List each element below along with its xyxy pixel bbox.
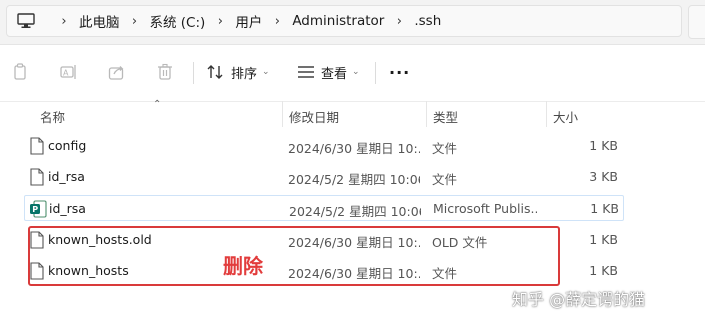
separator — [193, 62, 194, 84]
watermark: 知乎 @薛定谔的猫 — [512, 290, 646, 309]
column-divider[interactable] — [546, 101, 547, 127]
file-date: 2024/5/2 星期四 10:06 — [289, 204, 421, 219]
file-size: 1 KB — [590, 201, 619, 216]
column-header: ⌃ 名称 修改日期 类型 大小 — [0, 99, 705, 127]
separator — [375, 62, 376, 84]
publisher-icon: P — [29, 200, 47, 218]
file-type: Microsoft Publis... — [433, 201, 537, 216]
column-date[interactable]: 修改日期 — [289, 107, 339, 126]
view-button[interactable]: 查看 ⌄ — [297, 59, 360, 85]
column-name[interactable]: 名称 — [40, 107, 65, 126]
file-date: 2024/6/30 星期日 10:... — [288, 141, 420, 156]
sort-icon — [207, 65, 223, 79]
file-date: 2024/5/2 星期四 10:06 — [288, 172, 420, 187]
svg-text:A: A — [63, 69, 69, 78]
file-row[interactable]: config 2024/6/30 星期日 10:... 文件 1 KB — [24, 133, 624, 159]
column-type[interactable]: 类型 — [433, 107, 458, 126]
breadcrumb-ssh[interactable]: .ssh — [414, 13, 441, 29]
file-row[interactable]: P id_rsa 2024/5/2 星期四 10:06 Microsoft Pu… — [24, 195, 624, 221]
svg-text:P: P — [32, 205, 38, 214]
file-icon — [30, 137, 44, 155]
rename-icon[interactable]: A — [60, 59, 78, 85]
highlight-box — [28, 226, 560, 286]
chevron-right-icon[interactable]: › — [120, 14, 150, 29]
copy-icon[interactable] — [12, 59, 28, 85]
delete-annotation: 删除 — [223, 254, 263, 278]
view-label: 查看 — [321, 66, 348, 82]
column-divider[interactable] — [426, 101, 427, 127]
file-name: id_rsa — [49, 201, 86, 216]
file-name: id_rsa — [48, 169, 85, 184]
chevron-right-icon[interactable]: › — [49, 14, 79, 29]
delete-icon[interactable] — [157, 59, 173, 85]
share-icon[interactable] — [108, 59, 126, 85]
address-bar[interactable]: › 此电脑 › 系统 (C:) › 用户 › Administrator › .… — [6, 5, 682, 37]
pc-icon[interactable] — [17, 10, 39, 32]
sort-up-icon: ⌃ — [153, 99, 162, 110]
breadcrumb-administrator[interactable]: Administrator — [292, 13, 384, 29]
chevron-right-icon[interactable]: › — [262, 14, 292, 29]
more-options-button[interactable]: ··· — [389, 59, 410, 85]
chevron-right-icon[interactable]: › — [384, 14, 414, 29]
chevron-down-icon: ⌄ — [352, 67, 360, 77]
file-size: 1 KB — [589, 138, 618, 153]
file-icon — [30, 168, 44, 186]
column-size[interactable]: 大小 — [553, 107, 578, 126]
command-bar: A 排序 ⌄ 查看 ⌄ ··· — [0, 45, 705, 102]
column-divider[interactable] — [282, 101, 283, 127]
breadcrumb-c-drive[interactable]: 系统 (C:) — [150, 11, 206, 31]
file-name: config — [48, 138, 87, 153]
chevron-down-icon: ⌄ — [262, 67, 270, 77]
file-type: 文件 — [432, 172, 458, 187]
file-type: 文件 — [432, 141, 458, 156]
sort-label: 排序 — [231, 66, 258, 82]
breadcrumb-this-pc[interactable]: 此电脑 — [79, 11, 120, 31]
file-size: 3 KB — [589, 169, 618, 184]
search-box[interactable] — [688, 5, 705, 39]
view-icon — [298, 66, 314, 78]
sort-button[interactable]: 排序 ⌄ — [207, 59, 270, 85]
chevron-right-icon[interactable]: › — [205, 14, 235, 29]
title-bar: › 此电脑 › 系统 (C:) › 用户 › Administrator › .… — [0, 0, 705, 45]
file-row[interactable]: id_rsa 2024/5/2 星期四 10:06 文件 3 KB — [24, 164, 624, 190]
breadcrumb-users[interactable]: 用户 — [235, 11, 262, 31]
